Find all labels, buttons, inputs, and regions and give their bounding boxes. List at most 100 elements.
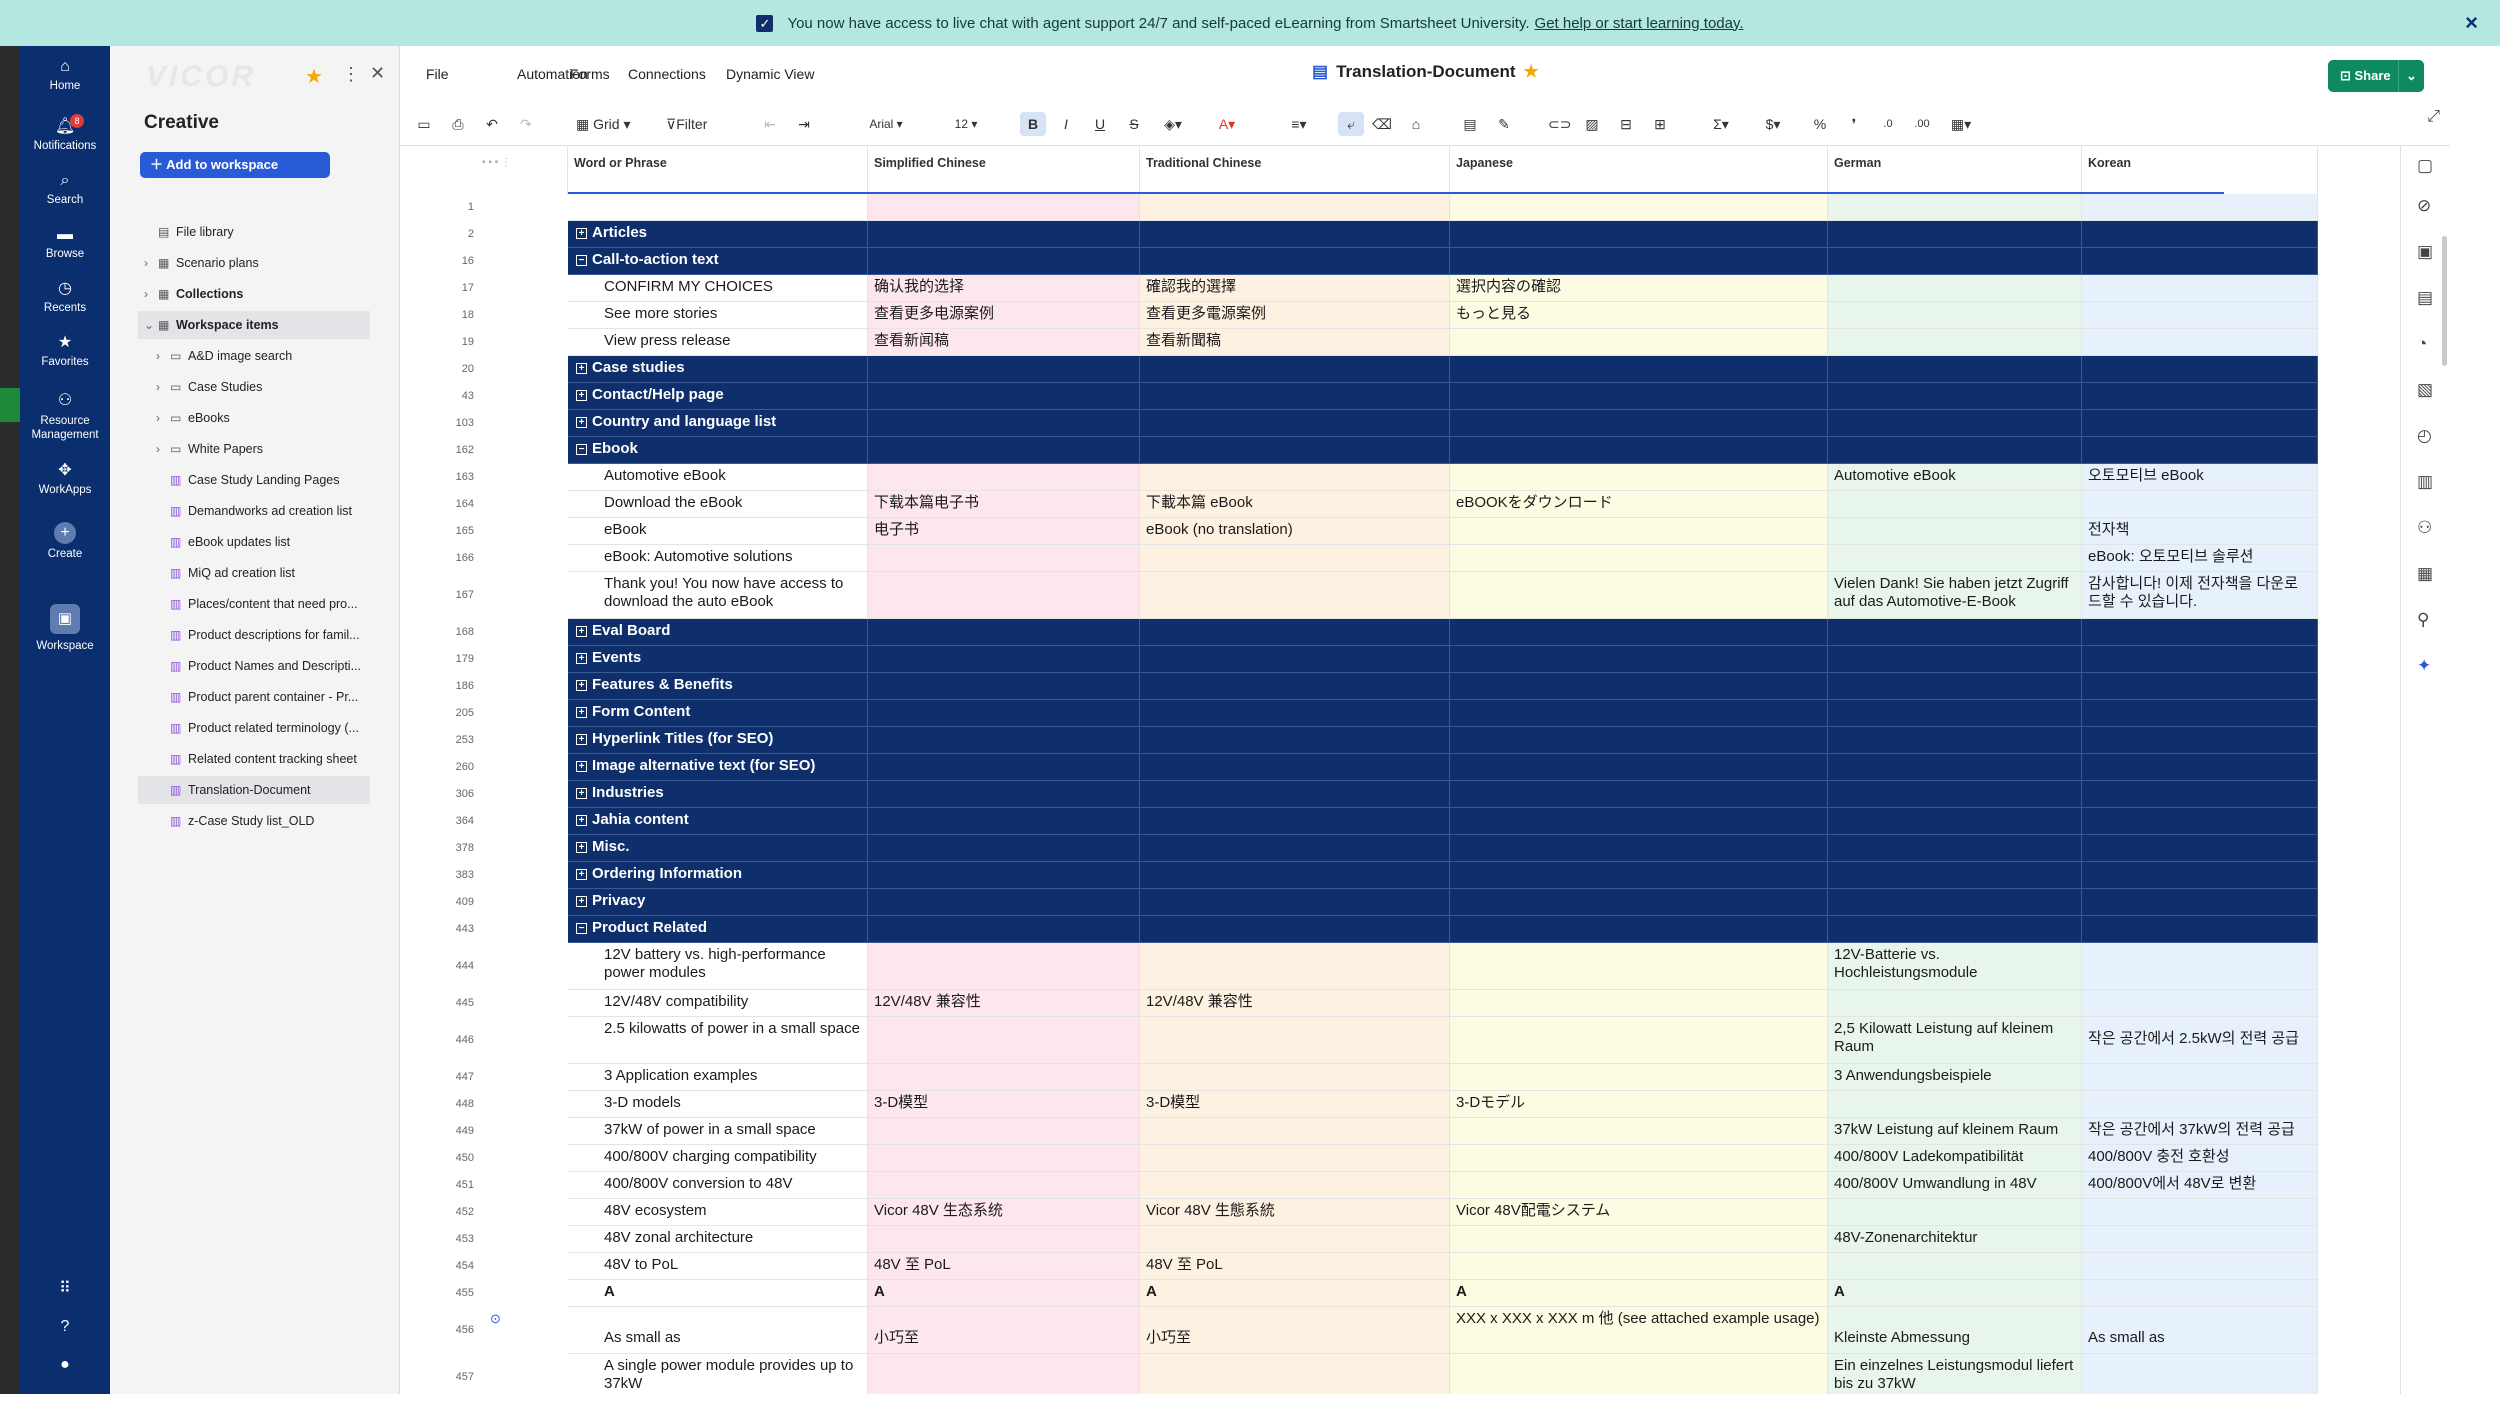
italic-icon[interactable]: I — [1056, 112, 1076, 136]
nav-create[interactable]: + Create — [20, 522, 110, 560]
table-cell[interactable]: − Call-to-action text — [568, 248, 868, 275]
table-cell[interactable] — [2082, 808, 2318, 835]
nav-notifications[interactable]: 🔔︎ 8 Notifications — [20, 114, 110, 152]
table-cell[interactable]: 2.5 kilowatts of power in a small space — [568, 1017, 868, 1064]
text-color-icon[interactable]: A▾ — [1212, 112, 1242, 136]
table-row[interactable]: 449 37kW of power in a small space 37kW Le… — [424, 1118, 2318, 1145]
table-cell[interactable] — [1828, 990, 2082, 1017]
table-cell[interactable] — [2082, 1354, 2318, 1394]
table-cell[interactable] — [568, 194, 868, 221]
nav-workspace[interactable]: ▣ Workspace — [20, 604, 110, 652]
table-cell[interactable] — [1450, 808, 1828, 835]
menu-file[interactable]: File — [426, 66, 449, 82]
table-cell[interactable] — [2082, 356, 2318, 383]
bold-icon[interactable]: B — [1020, 112, 1046, 136]
indent-icon[interactable]: ⇥ — [794, 112, 814, 136]
table-row[interactable]: 451 400/800V conversion to 48V 400/800V Um… — [424, 1172, 2318, 1199]
table-cell[interactable]: Automotive eBook — [1828, 464, 2082, 491]
table-cell[interactable] — [2082, 248, 2318, 275]
table-cell[interactable]: 400/800V 충전 호환성 — [2082, 1145, 2318, 1172]
table-cell[interactable] — [1450, 1145, 1828, 1172]
row-number[interactable]: 409 — [424, 889, 476, 916]
table-cell[interactable] — [868, 437, 1140, 464]
chevron-down-icon[interactable]: ⌄ — [2398, 60, 2424, 92]
chevron-right-icon[interactable]: › — [144, 249, 148, 277]
table-cell[interactable] — [1450, 329, 1828, 356]
tree-item[interactable]: ⌄ ▦ Workspace items — [138, 311, 370, 339]
row-number[interactable]: 1 — [424, 194, 476, 221]
table-cell[interactable]: + Jahia content — [568, 808, 868, 835]
table-cell[interactable] — [1140, 889, 1450, 916]
group-row[interactable]: 378 + Misc. — [424, 835, 2318, 862]
row-number[interactable]: 103 — [424, 410, 476, 437]
table-cell[interactable] — [1140, 464, 1450, 491]
table-cell[interactable] — [1140, 1118, 1450, 1145]
table-cell[interactable] — [1828, 1199, 2082, 1226]
proofing-icon[interactable]: ▣ — [2417, 242, 2433, 262]
expand-icon[interactable]: + — [576, 626, 587, 637]
row-number[interactable]: 454 — [424, 1253, 476, 1280]
table-cell[interactable] — [868, 248, 1140, 275]
tree-item[interactable]: ▥ Case Study Landing Pages — [138, 466, 370, 494]
table-cell[interactable] — [1450, 619, 1828, 646]
thousands-icon[interactable]: ❜ — [1844, 112, 1864, 136]
table-cell[interactable]: A — [568, 1280, 868, 1307]
expand-icon[interactable]: + — [576, 680, 587, 691]
table-cell[interactable] — [2082, 835, 2318, 862]
column-header[interactable]: Word or Phrase — [568, 146, 868, 194]
table-cell[interactable] — [1828, 518, 2082, 545]
percent-icon[interactable]: % — [1810, 112, 1830, 136]
table-cell[interactable] — [868, 754, 1140, 781]
tree-item[interactable]: ▥ Demandworks ad creation list — [138, 497, 370, 525]
menu-forms[interactable]: Forms — [570, 66, 610, 82]
table-cell[interactable]: 小巧至 — [1140, 1307, 1450, 1354]
table-cell[interactable] — [868, 572, 1140, 619]
table-cell[interactable] — [1828, 356, 2082, 383]
publish-icon[interactable]: ▧ — [2417, 380, 2433, 400]
table-cell[interactable]: A single power module provides up to 37k… — [568, 1354, 868, 1394]
table-cell[interactable]: 电子书 — [868, 518, 1140, 545]
table-cell[interactable] — [1828, 808, 2082, 835]
table-cell[interactable] — [1450, 1172, 1828, 1199]
table-cell[interactable]: もっと見る — [1450, 302, 1828, 329]
align-icon[interactable]: ≡▾ — [1284, 112, 1314, 136]
group-row[interactable]: 43 + Contact/Help page — [424, 383, 2318, 410]
table-cell[interactable] — [2082, 383, 2318, 410]
chevron-right-icon[interactable]: › — [144, 280, 148, 308]
table-cell[interactable] — [868, 916, 1140, 943]
table-cell[interactable] — [1450, 572, 1828, 619]
table-cell[interactable] — [2082, 1226, 2318, 1253]
expand-icon[interactable]: + — [576, 761, 587, 772]
table-cell[interactable]: + Image alternative text (for SEO) — [568, 754, 868, 781]
row-number[interactable]: 443 — [424, 916, 476, 943]
decrease-decimal-icon[interactable]: .0 — [1878, 112, 1898, 136]
table-cell[interactable]: Vicor 48V 生態系統 — [1140, 1199, 1450, 1226]
table-cell[interactable] — [1828, 1091, 2082, 1118]
table-cell[interactable] — [1140, 248, 1450, 275]
table-cell[interactable] — [1828, 437, 2082, 464]
tree-item[interactable]: ▥ z-Case Study list_OLD — [138, 807, 370, 835]
table-cell[interactable] — [868, 464, 1140, 491]
format-painter-icon[interactable]: ⌂ — [1406, 112, 1426, 136]
tree-item[interactable]: › ▦ Scenario plans — [138, 249, 370, 277]
table-cell[interactable] — [1140, 673, 1450, 700]
table-cell[interactable] — [868, 673, 1140, 700]
table-cell[interactable] — [1828, 835, 2082, 862]
tree-item[interactable]: ▥ MiQ ad creation list — [138, 559, 370, 587]
table-cell[interactable] — [1140, 410, 1450, 437]
table-cell[interactable] — [1140, 1145, 1450, 1172]
collapse-icon[interactable]: − — [576, 255, 587, 266]
table-cell[interactable] — [2082, 302, 2318, 329]
table-cell[interactable]: + Articles — [568, 221, 868, 248]
row-number[interactable]: 449 — [424, 1118, 476, 1145]
table-row[interactable]: 1 — [424, 194, 2318, 221]
table-cell[interactable] — [1828, 302, 2082, 329]
table-cell[interactable] — [1828, 329, 2082, 356]
table-cell[interactable] — [1140, 383, 1450, 410]
expand-icon[interactable]: + — [576, 653, 587, 664]
table-cell[interactable] — [2082, 862, 2318, 889]
table-cell[interactable]: 12V/48V compatibility — [568, 990, 868, 1017]
tree-item[interactable]: ▤ File library — [138, 218, 370, 246]
table-cell[interactable] — [1450, 990, 1828, 1017]
table-cell[interactable] — [1140, 356, 1450, 383]
